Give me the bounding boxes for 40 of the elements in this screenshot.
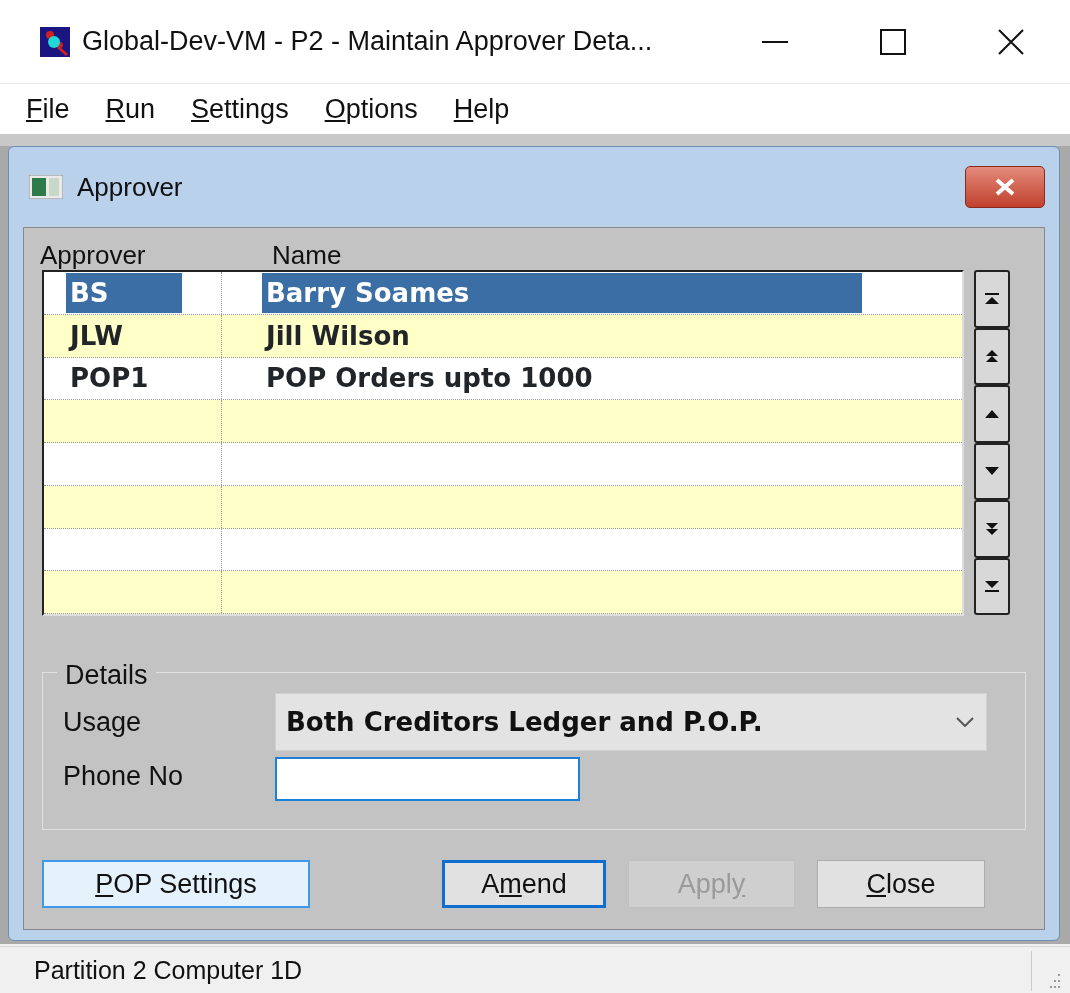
app-icon	[40, 26, 70, 57]
scroll-button[interactable]	[974, 500, 1010, 558]
status-text: Partition 2 Computer 1D	[34, 954, 304, 986]
dialog-button[interactable]: Amend	[442, 860, 606, 908]
first-icon	[983, 291, 1001, 306]
table-cell-text: Jill Wilson	[263, 319, 411, 353]
menu-item[interactable]: Settings	[191, 88, 289, 130]
scroll-button[interactable]	[974, 442, 1010, 500]
field-label: Usage	[63, 705, 143, 739]
maximize-icon	[880, 28, 906, 55]
column-header[interactable]: Approver	[40, 236, 274, 268]
dialog-button[interactable]: Close	[817, 860, 985, 908]
chevron-icon	[956, 717, 974, 727]
menu-item[interactable]: Options	[324, 88, 418, 130]
scroll-button[interactable]	[974, 327, 1010, 385]
scroll-button[interactable]	[974, 385, 1010, 443]
field-label: Phone No	[63, 759, 185, 793]
dropdown-value: Both Creditors Ledger and P.O.P.	[286, 705, 763, 739]
scroll-button[interactable]	[974, 270, 1010, 328]
dialog-button[interactable]: POP Settings	[42, 860, 310, 908]
table-cell: BS	[66, 272, 182, 313]
usage-dropdown[interactable]: Both Creditors Ledger and P.O.P.	[275, 693, 987, 751]
dialog-title: Approver	[77, 170, 183, 204]
close-icon	[998, 28, 1024, 55]
close-icon	[993, 177, 1017, 197]
menu-item[interactable]: File	[26, 88, 70, 130]
window-title: Global-Dev-VM - P2 - Maintain Approver Deta...	[82, 25, 653, 59]
minimize-icon	[762, 40, 788, 43]
phone-field[interactable]	[275, 757, 580, 801]
last-icon	[983, 579, 1001, 594]
scroll-button[interactable]	[974, 557, 1010, 615]
menu-item[interactable]: Help	[453, 88, 510, 130]
window-icon	[29, 175, 63, 199]
menu-item[interactable]: Run	[105, 88, 156, 130]
column-header[interactable]: Name	[272, 236, 672, 268]
table-cell: Barry Soames	[262, 272, 862, 313]
table-cell-text: JLW	[67, 319, 124, 353]
table-cell-text: POP1	[69, 362, 150, 396]
table-cell-text: POP Orders upto 1000	[265, 362, 594, 396]
close-button[interactable]	[965, 166, 1045, 208]
